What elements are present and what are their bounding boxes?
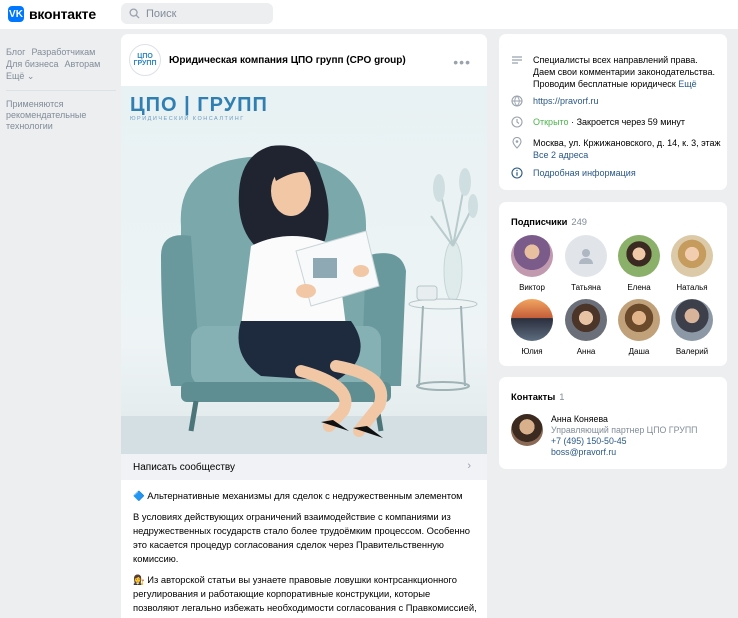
subscribers-title: Подписчики: [511, 216, 568, 227]
text-lines-icon: [512, 56, 522, 64]
post-text: 🔷 Альтернативные механизмы для сделок с …: [133, 489, 478, 618]
vk-logo-text: вконтакте: [29, 6, 96, 22]
community-info-card: Специалисты всех направлений права. Даем…: [499, 34, 727, 190]
post-image[interactable]: ЦПО | ГРУПП ЮРИДИЧЕСКИЙ КОНСАЛТИНГ: [121, 86, 487, 454]
subscriber-avatar: [511, 299, 553, 341]
subscriber-name: Анна: [576, 347, 596, 356]
contacts-card: Контакты 1 Анна Коняева Управляющий партн…: [499, 377, 727, 469]
nav-link-developers[interactable]: Разработчикам: [31, 46, 95, 58]
nav-link-more[interactable]: Ещё ⌄: [6, 70, 34, 82]
chevron-right-icon: ›: [467, 460, 471, 472]
info-icon: [511, 167, 523, 179]
closing-time: · Закроется через 59 минут: [571, 117, 686, 127]
post-header: ЦПО ГРУПП Юридическая компания ЦПО групп…: [121, 34, 487, 86]
subscriber-name: Юлия: [521, 347, 543, 356]
subscriber-name: Валерий: [675, 347, 709, 356]
nav-link-authors[interactable]: Авторам: [65, 58, 101, 70]
subscriber-avatar: [671, 235, 713, 277]
subscriber-item[interactable]: Наталья: [665, 235, 719, 292]
vk-logo[interactable]: VK вконтакте: [8, 6, 96, 22]
open-status[interactable]: Открыто: [533, 116, 569, 128]
website-row: https://pravorf.ru: [511, 95, 599, 107]
community-avatar[interactable]: ЦПО ГРУПП: [129, 44, 161, 76]
subscribers-count: 249: [571, 216, 588, 227]
subscriber-avatar: [565, 299, 607, 341]
woman-reading-illustration: [121, 145, 487, 454]
subscribers-card: Подписчики 249 Виктор Татьяна Елена Натал…: [499, 202, 727, 366]
search-input[interactable]: Поиск: [121, 3, 273, 24]
subscriber-avatar: [511, 235, 553, 277]
subscriber-avatar: [618, 235, 660, 277]
subscriber-item[interactable]: Анна: [559, 299, 613, 356]
contacts-heading[interactable]: Контакты 1: [511, 391, 564, 402]
plant-illustration: [430, 168, 478, 302]
location-pin-icon: [512, 137, 522, 149]
search-icon: [129, 8, 140, 19]
contacts-count: 1: [559, 391, 565, 402]
post-paragraph: 👩‍⚖️ Из авторской статьи вы узнаете прав…: [133, 574, 477, 618]
details-link[interactable]: Подробная информация: [533, 167, 636, 179]
nav-link-blog[interactable]: Блог: [6, 46, 25, 58]
nav-link-business[interactable]: Для бизнеса: [6, 58, 59, 70]
post-paragraph: В условиях действующих ограничений взаим…: [133, 511, 471, 564]
post-author-name[interactable]: Юридическая компания ЦПО групп (CPO grou…: [169, 55, 406, 66]
description-more-link[interactable]: Ещё: [678, 79, 696, 89]
write-to-community-button[interactable]: Написать сообществу ›: [121, 454, 487, 480]
subscriber-name: Татьяна: [571, 283, 601, 292]
recommendation-note[interactable]: Применяются рекомендательные технологии: [6, 99, 116, 132]
contact-role: Управляющий партнер ЦПО ГРУПП: [551, 425, 698, 435]
details-row: Подробная информация: [511, 167, 636, 179]
post-card: ЦПО ГРУПП Юридическая компания ЦПО групп…: [121, 34, 487, 618]
contact-item[interactable]: Анна Коняева Управляющий партнер ЦПО ГРУ…: [511, 414, 697, 458]
contact-name[interactable]: Анна Коняева: [551, 414, 697, 425]
top-bar: VK вконтакте Поиск: [0, 0, 738, 29]
subscribers-heading[interactable]: Подписчики 249: [511, 216, 587, 227]
subscriber-avatar-placeholder: [565, 235, 607, 277]
description-row: Специалисты всех направлений права. Даем…: [511, 54, 719, 90]
write-to-community-label: Написать сообществу: [133, 461, 236, 473]
subscriber-avatar: [671, 299, 713, 341]
subscriber-avatar: [618, 299, 660, 341]
search-placeholder: Поиск: [146, 7, 177, 20]
subscriber-name: Наталья: [676, 283, 708, 292]
subscriber-name: Елена: [627, 283, 651, 292]
address-text[interactable]: Москва, ул. Кржижановского, д. 14, к. 3,…: [533, 137, 721, 149]
contact-email[interactable]: boss@pravorf.ru: [551, 447, 697, 458]
contact-phone[interactable]: +7 (495) 150-50-45: [551, 436, 697, 447]
globe-icon: [511, 95, 523, 107]
subscriber-name: Даша: [628, 347, 650, 356]
subscriber-item[interactable]: Даша: [612, 299, 666, 356]
website-link[interactable]: https://pravorf.ru: [533, 95, 599, 107]
subscriber-item[interactable]: Татьяна: [559, 235, 613, 292]
subscriber-item[interactable]: Елена: [612, 235, 666, 292]
subscriber-name: Виктор: [519, 283, 545, 292]
subscriber-item[interactable]: Виктор: [505, 235, 559, 292]
more-options-icon[interactable]: •••: [453, 54, 471, 70]
post-paragraph: 🔷 Альтернативные механизмы для сделок с …: [133, 490, 463, 501]
vk-logo-icon: VK: [8, 6, 24, 22]
subscriber-item[interactable]: Валерий: [665, 299, 719, 356]
contacts-title: Контакты: [511, 391, 556, 402]
all-addresses-link[interactable]: Все 2 адреса: [533, 149, 721, 161]
nav-divider: [6, 90, 116, 91]
left-footer-nav: Блог Разработчикам Для бизнеса Авторам Ещё…: [6, 46, 116, 132]
hours-row: Открыто · Закроется через 59 минут: [511, 116, 685, 128]
user-icon: [579, 249, 593, 264]
address-row: Москва, ул. Кржижановского, д. 14, к. 3,…: [511, 137, 727, 161]
clock-icon: [511, 116, 523, 128]
contact-avatar: [511, 414, 543, 446]
subscriber-item[interactable]: Юлия: [505, 299, 559, 356]
